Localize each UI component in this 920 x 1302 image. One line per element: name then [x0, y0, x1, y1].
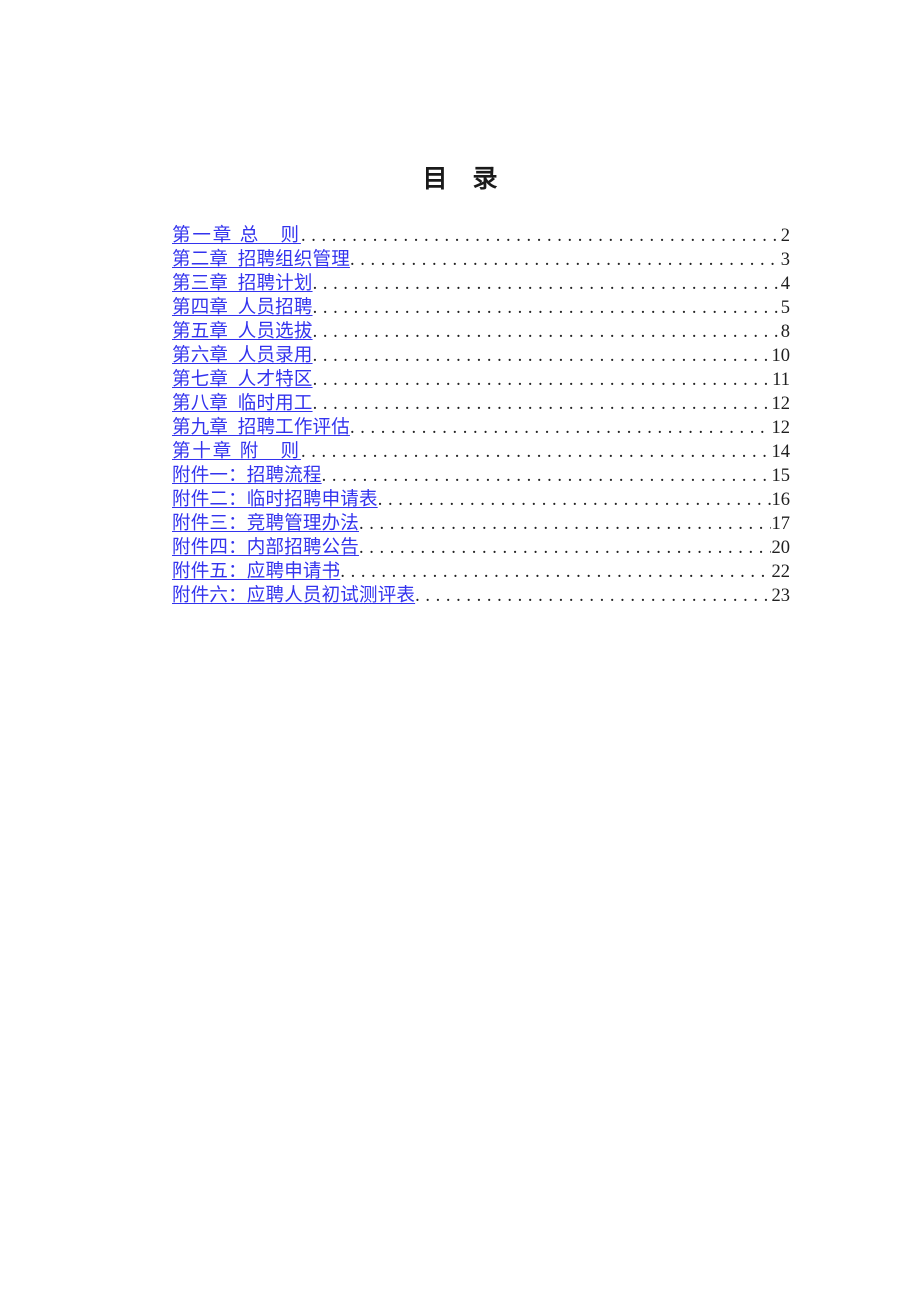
toc-entry[interactable]: 第二章 招聘组织管理 3 [172, 248, 790, 272]
toc-entry-link[interactable]: 附件二：临时招聘申请表 [172, 488, 378, 512]
table-of-contents: 第一章 总 则2第二章 招聘组织管理3第三章 招聘计划4第四章 人员招聘5第五章… [172, 224, 790, 608]
toc-dot-leader [378, 488, 771, 512]
toc-entry[interactable]: 第四章 人员招聘 5 [172, 296, 790, 320]
toc-entry[interactable]: 附件六：应聘人员初试测评表 23 [172, 584, 790, 608]
toc-entry[interactable]: 附件五：应聘申请书 22 [172, 560, 790, 584]
toc-entry-link[interactable]: 第五章 人员选拔 [172, 320, 313, 344]
toc-dot-leader [301, 224, 778, 248]
toc-dot-leader [313, 344, 771, 368]
toc-entry-link[interactable]: 第六章 人员录用 [172, 344, 313, 368]
toc-dot-leader [350, 416, 771, 440]
toc-entry-link[interactable]: 第八章 临时用工 [172, 392, 313, 416]
toc-page-number: 16 [771, 490, 791, 510]
toc-entry[interactable]: 第一章 总 则 2 [172, 224, 790, 248]
toc-entry-link[interactable]: 第四章 人员招聘 [172, 296, 313, 320]
toc-dot-leader [313, 320, 778, 344]
toc-page-number: 11 [772, 370, 790, 390]
toc-entry-link[interactable]: 附件六：应聘人员初试测评表 [172, 584, 415, 608]
toc-dot-leader [313, 272, 778, 296]
toc-page-number: 2 [780, 226, 790, 246]
toc-entry-link[interactable]: 第九章 招聘工作评估 [172, 416, 350, 440]
toc-page-number: 17 [771, 514, 791, 534]
toc-page-number: 3 [780, 250, 790, 270]
toc-page-number: 5 [780, 298, 790, 318]
toc-page-number: 12 [771, 394, 791, 414]
toc-page-number: 12 [771, 418, 791, 438]
toc-entry-link[interactable]: 附件五：应聘申请书 [172, 560, 340, 584]
toc-dot-leader [359, 536, 770, 560]
toc-entry[interactable]: 附件三：竞聘管理办法 17 [172, 512, 790, 536]
toc-dot-leader [313, 296, 778, 320]
toc-entry-link[interactable]: 附件四：内部招聘公告 [172, 536, 359, 560]
toc-dot-leader [359, 512, 770, 536]
toc-page-number: 23 [771, 586, 791, 606]
toc-page-number: 14 [771, 442, 791, 462]
toc-entry[interactable]: 第五章 人员选拔 8 [172, 320, 790, 344]
page-title: 目 录 [422, 165, 498, 193]
toc-dot-leader [313, 368, 772, 392]
toc-page-number: 15 [771, 466, 791, 486]
toc-entry[interactable]: 第六章 人员录用 10 [172, 344, 790, 368]
toc-dot-leader [322, 464, 771, 488]
toc-dot-leader [350, 248, 778, 272]
toc-entry-link[interactable]: 附件三：竞聘管理办法 [172, 512, 359, 536]
toc-dot-leader [313, 392, 771, 416]
toc-entry[interactable]: 附件一：招聘流程 15 [172, 464, 790, 488]
toc-entry-link[interactable]: 附件一：招聘流程 [172, 464, 322, 488]
toc-entry[interactable]: 第七章 人才特区 11 [172, 368, 790, 392]
toc-page-number: 22 [771, 562, 791, 582]
toc-entry[interactable]: 第九章 招聘工作评估 12 [172, 416, 790, 440]
toc-entry[interactable]: 附件二：临时招聘申请表 16 [172, 488, 790, 512]
toc-page-number: 10 [771, 346, 791, 366]
toc-entry[interactable]: 第八章 临时用工 12 [172, 392, 790, 416]
toc-entry[interactable]: 第十章 附 则 14 [172, 440, 790, 464]
document-page: 目 录 第一章 总 则2第二章 招聘组织管理3第三章 招聘计划4第四章 人员招聘… [0, 0, 920, 1302]
toc-page-number: 8 [780, 322, 790, 342]
toc-entry-link[interactable]: 第二章 招聘组织管理 [172, 248, 350, 272]
toc-dot-leader [301, 440, 771, 464]
toc-entry-link[interactable]: 第三章 招聘计划 [172, 272, 313, 296]
toc-page-number: 20 [771, 538, 791, 558]
toc-entry-link[interactable]: 第七章 人才特区 [172, 368, 313, 392]
toc-entry[interactable]: 附件四：内部招聘公告 20 [172, 536, 790, 560]
toc-entry-link[interactable]: 第十章 附 则 [172, 440, 301, 464]
toc-dot-leader [415, 584, 770, 608]
toc-page-number: 4 [780, 274, 790, 294]
toc-entry[interactable]: 第三章 招聘计划 4 [172, 272, 790, 296]
toc-entry-link[interactable]: 第一章 总 则 [172, 224, 301, 248]
toc-dot-leader [340, 560, 770, 584]
